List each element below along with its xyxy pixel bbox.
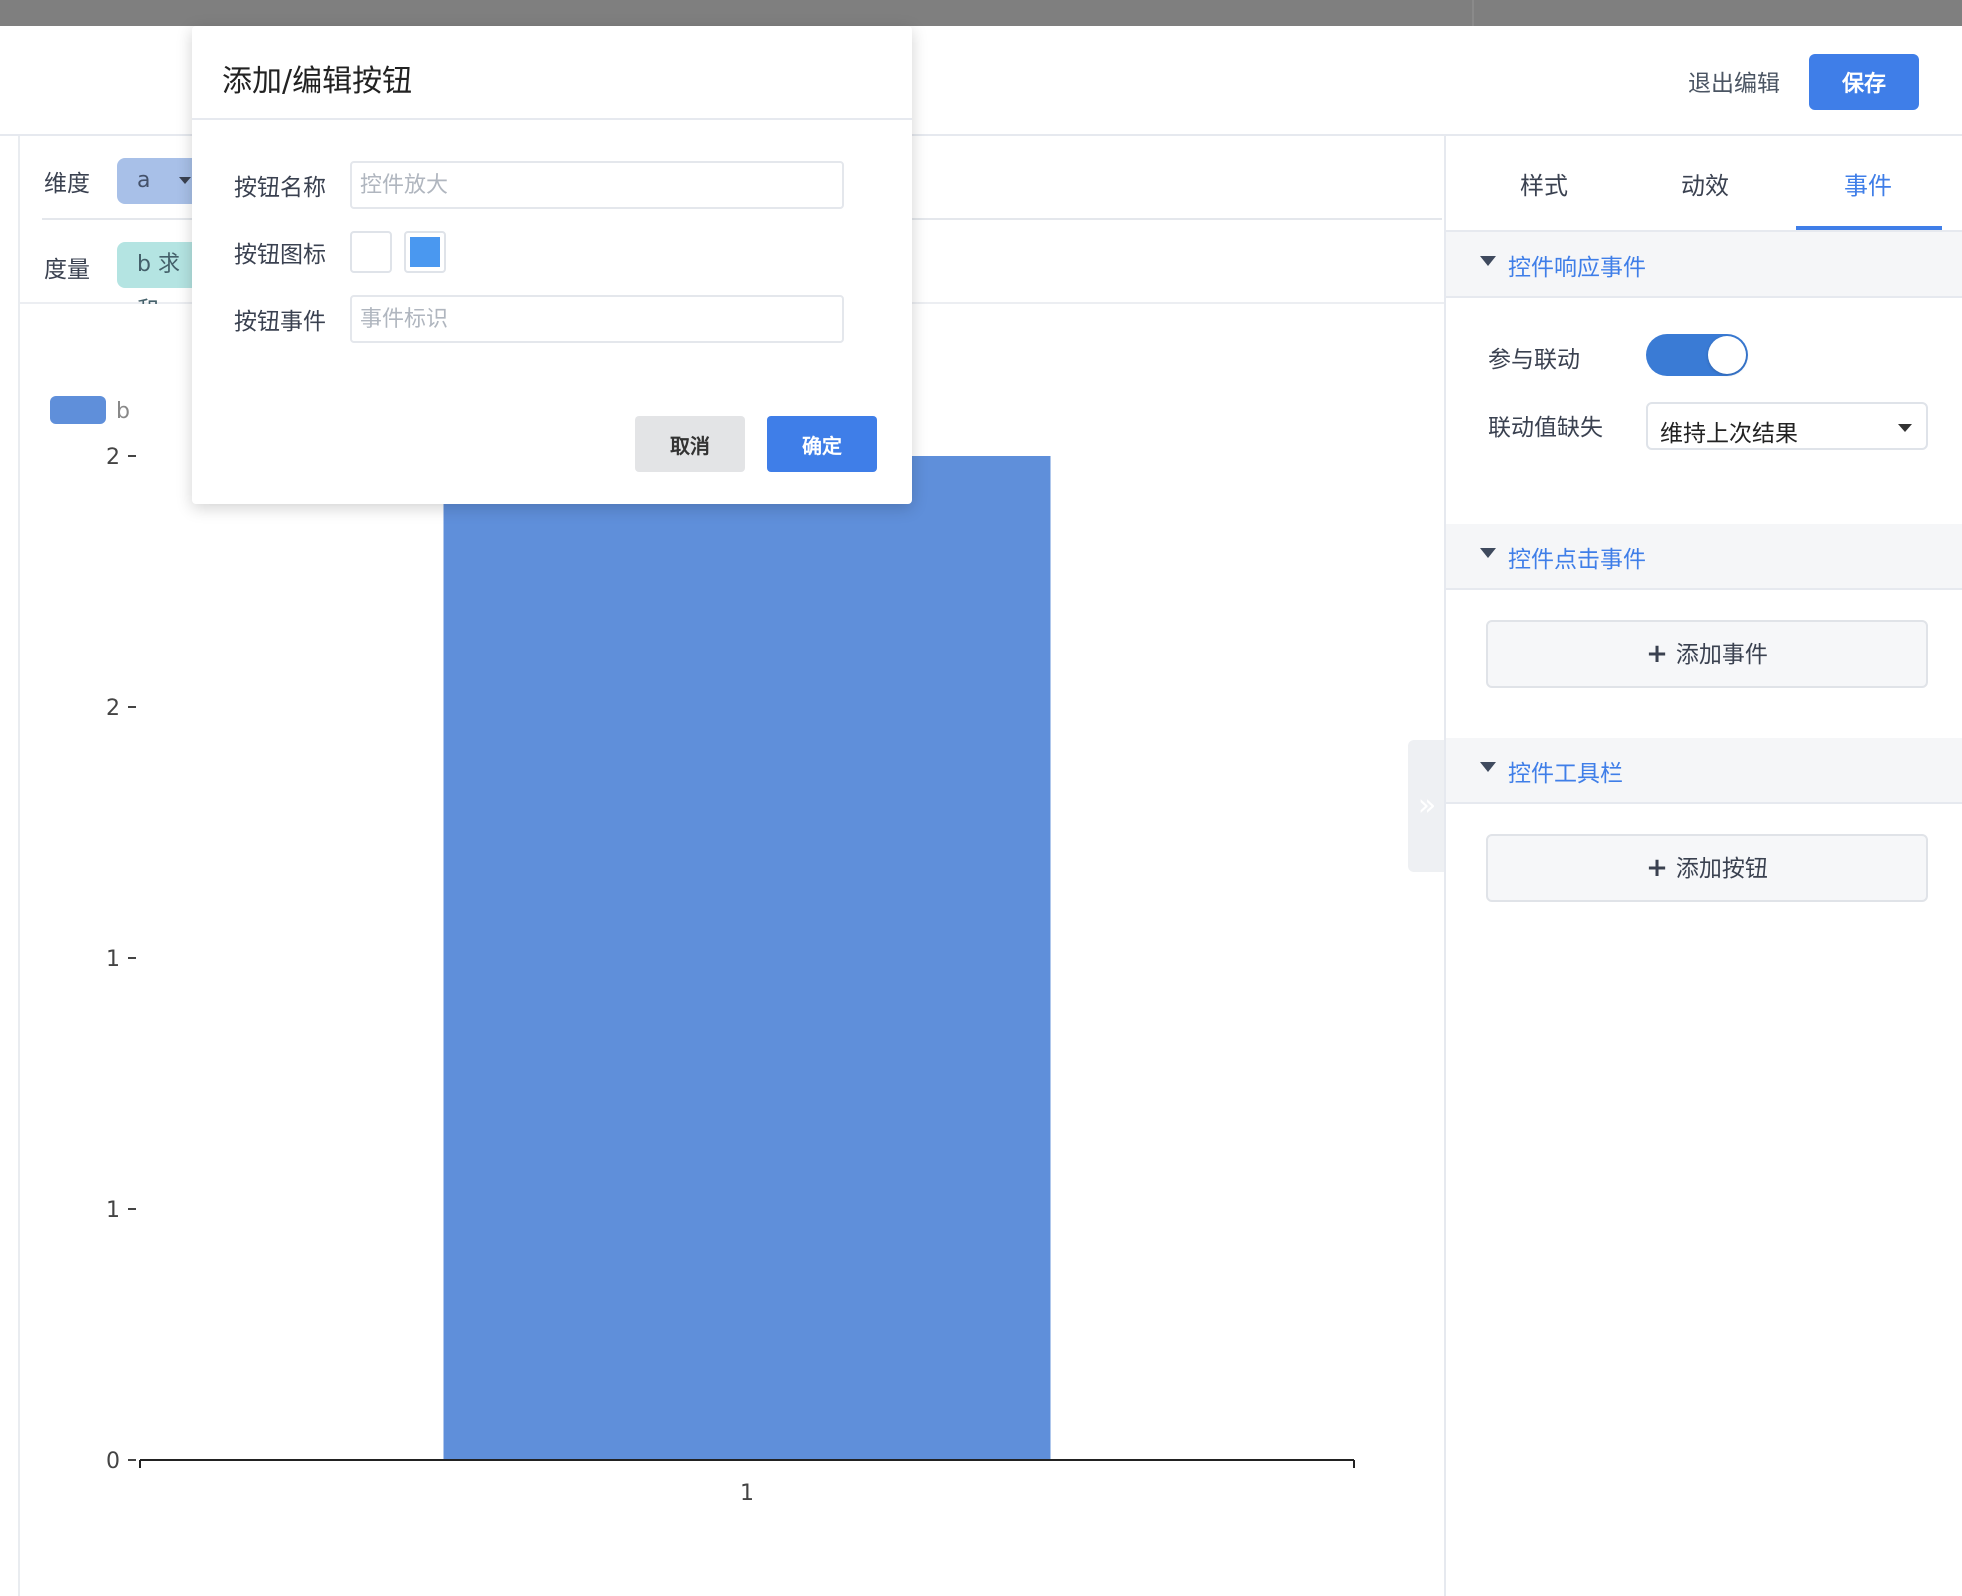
section-click-title: 控件点击事件 bbox=[1508, 547, 1646, 573]
tab-animation[interactable]: 动效 bbox=[1681, 166, 1729, 201]
section-click-header[interactable]: 控件点击事件 bbox=[1446, 524, 1962, 590]
missing-value-label: 联动值缺失 bbox=[1488, 415, 1603, 441]
add-event-button[interactable]: + 添加事件 bbox=[1486, 620, 1928, 688]
add-button-button[interactable]: + 添加按钮 bbox=[1486, 834, 1928, 902]
section-response-header[interactable]: 控件响应事件 bbox=[1446, 232, 1962, 298]
caret-down-icon bbox=[1480, 548, 1496, 558]
y-tick-label: 2 bbox=[106, 445, 120, 470]
y-tick-label: 0 bbox=[106, 1449, 120, 1474]
button-name-input[interactable] bbox=[350, 161, 844, 209]
section-toolbar-header[interactable]: 控件工具栏 bbox=[1446, 738, 1962, 804]
tab-style[interactable]: 样式 bbox=[1520, 166, 1568, 201]
chevron-down-icon[interactable] bbox=[179, 177, 191, 184]
modal-overlay-strip bbox=[0, 0, 1962, 26]
dimension-pill-label: a bbox=[137, 168, 151, 193]
legend-label: b bbox=[116, 399, 130, 424]
exit-edit-link[interactable]: 退出编辑 bbox=[1688, 64, 1780, 98]
confirm-button[interactable]: 确定 bbox=[767, 416, 877, 472]
button-event-label: 按钮事件 bbox=[234, 309, 326, 335]
dimension-label: 维度 bbox=[44, 171, 90, 197]
toggle-knob bbox=[1708, 336, 1746, 374]
panel-collapse-handle[interactable]: » bbox=[1408, 740, 1446, 872]
icon-color-swatch[interactable] bbox=[404, 231, 446, 273]
button-icon-label: 按钮图标 bbox=[234, 242, 326, 268]
bar bbox=[443, 456, 1051, 1460]
linkage-label: 参与联动 bbox=[1488, 347, 1580, 373]
caret-down-icon bbox=[1480, 762, 1496, 772]
property-panel: 样式 动效 事件 控件响应事件 参与联动 联动值缺失 维持上次结果 控件点击事件… bbox=[1444, 136, 1962, 1596]
section-toolbar-title: 控件工具栏 bbox=[1508, 761, 1623, 787]
dialog-title: 添加/编辑按钮 bbox=[222, 64, 413, 99]
save-button[interactable]: 保存 bbox=[1809, 54, 1919, 110]
button-event-input[interactable] bbox=[350, 295, 844, 343]
dimension-pill[interactable]: a bbox=[117, 158, 203, 204]
add-event-label: 添加事件 bbox=[1675, 642, 1768, 668]
linkage-toggle[interactable] bbox=[1646, 334, 1748, 376]
edit-button-dialog: 添加/编辑按钮 按钮名称 按钮图标 按钮事件 取消 确定 bbox=[192, 26, 912, 504]
y-tick-label: 1 bbox=[106, 1198, 120, 1223]
button-name-label: 按钮名称 bbox=[234, 175, 326, 201]
x-tick-label: 1 bbox=[740, 1481, 754, 1506]
chevron-down-icon bbox=[1898, 424, 1912, 432]
caret-down-icon bbox=[1480, 256, 1496, 266]
cancel-button[interactable]: 取消 bbox=[635, 416, 745, 472]
icon-color-fill bbox=[410, 237, 440, 267]
dialog-divider bbox=[192, 118, 912, 120]
tab-events[interactable]: 事件 bbox=[1844, 166, 1892, 201]
missing-value-selected: 维持上次结果 bbox=[1660, 421, 1798, 447]
plus-icon: + bbox=[1646, 639, 1668, 669]
panel-tabs: 样式 动效 事件 bbox=[1446, 136, 1962, 232]
y-tick-label: 1 bbox=[106, 947, 120, 972]
double-chevron-right-icon[interactable]: » bbox=[1418, 788, 1436, 823]
plus-icon: + bbox=[1646, 853, 1668, 883]
icon-picker-empty[interactable] bbox=[350, 231, 392, 273]
missing-value-select[interactable]: 维持上次结果 bbox=[1646, 402, 1928, 450]
section-response-title: 控件响应事件 bbox=[1508, 255, 1646, 281]
legend-swatch bbox=[50, 396, 106, 424]
strip-separator bbox=[1472, 0, 1474, 26]
y-tick-label: 2 bbox=[106, 696, 120, 721]
measure-label: 度量 bbox=[44, 257, 90, 283]
active-tab-indicator bbox=[1796, 226, 1942, 230]
add-button-label: 添加按钮 bbox=[1675, 856, 1768, 882]
